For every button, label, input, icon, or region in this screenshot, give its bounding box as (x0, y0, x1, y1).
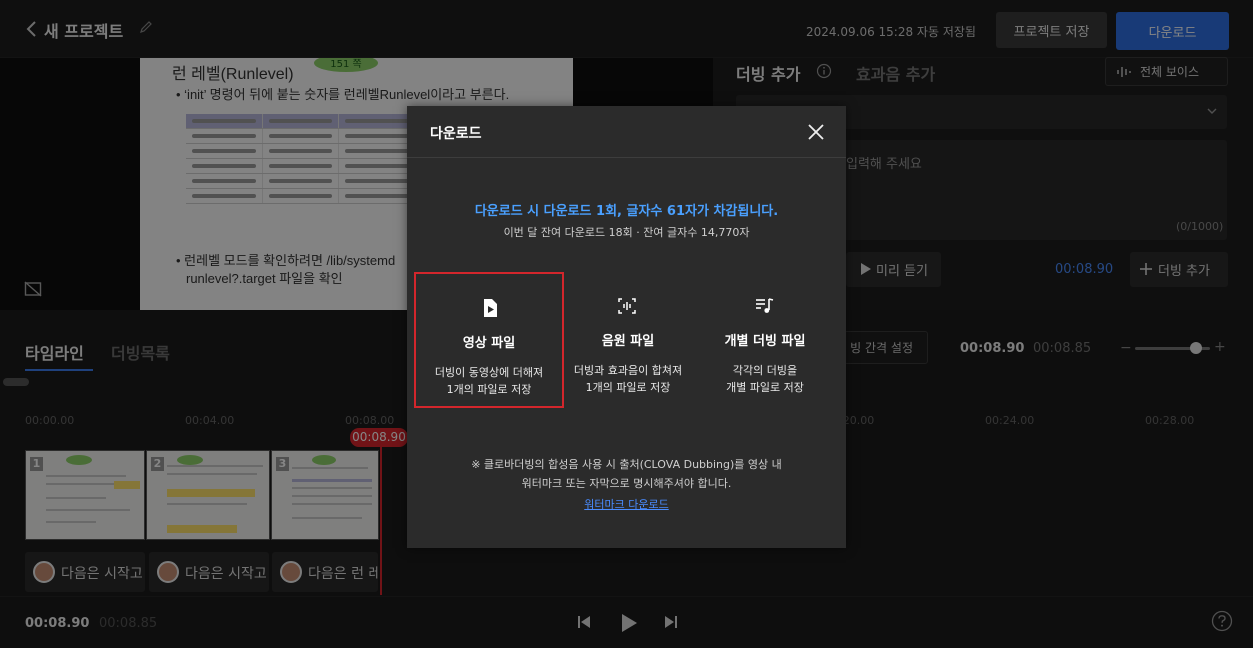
source-notice: ※ 클로바더빙의 합성음 사용 시 출처(CLOVA Dubbing)를 영상 … (471, 458, 782, 471)
download-modal: 다운로드 다운로드 시 다운로드 1회, 글자수 61자가 차감됩니다. 이번 … (407, 106, 846, 548)
option-title: 영상 파일 (462, 336, 516, 351)
modal-title: 다운로드 (430, 126, 482, 142)
option-audio-file[interactable]: 음원 파일 더빙과 효과음이 합쳐져 1개의 파일로 저장 (553, 272, 703, 408)
playlist-music-icon (753, 296, 775, 316)
option-description: 더빙과 효과음이 합쳐져 1개의 파일로 저장 (573, 364, 683, 394)
modal-header: 다운로드 (407, 106, 846, 158)
remaining-quota: 이번 달 잔여 다운로드 18회 · 잔여 글자수 14,770자 (503, 226, 750, 239)
option-video-file[interactable]: 영상 파일 더빙이 동영상에 더해져 1개의 파일로 저장 (414, 272, 564, 408)
option-individual-dubbing-files[interactable]: 개별 더빙 파일 각각의 더빙을 개별 파일로 저장 (690, 272, 840, 408)
option-description: 더빙이 동영상에 더해져 1개의 파일로 저장 (434, 366, 544, 396)
option-title: 음원 파일 (601, 334, 655, 349)
watermark-download-link[interactable]: 워터마크 다운로드 (407, 496, 846, 512)
download-notice: 다운로드 시 다운로드 1회, 글자수 61자가 차감됩니다. (474, 204, 779, 219)
source-notice: 워터마크 또는 자막으로 명시해주셔야 합니다. (521, 477, 732, 490)
option-title: 개별 더빙 파일 (724, 334, 806, 349)
close-icon[interactable] (806, 122, 826, 142)
video-file-icon (479, 298, 501, 318)
option-description: 각각의 더빙을 개별 파일로 저장 (726, 364, 804, 394)
audio-file-icon (616, 296, 638, 316)
